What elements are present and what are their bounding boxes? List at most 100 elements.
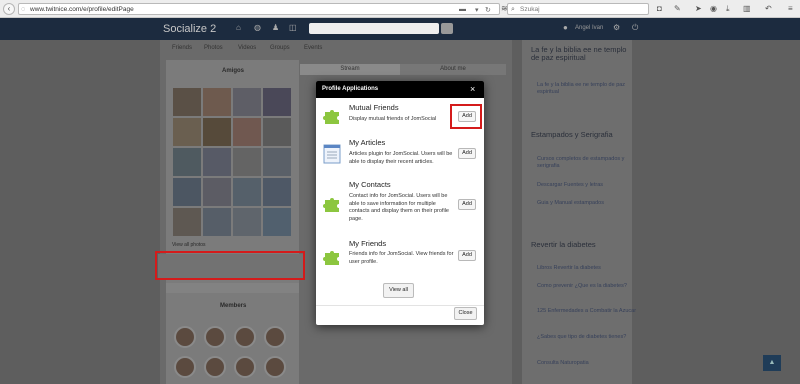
url-text: www.twitnice.com/e/profile/editPage (30, 6, 134, 13)
tab-stream[interactable]: Stream (300, 64, 400, 75)
reload-icon[interactable]: ↻ (485, 6, 491, 14)
member-avatar[interactable] (174, 326, 196, 348)
member-avatar[interactable] (234, 356, 256, 378)
tab-friends[interactable]: Friends (172, 45, 192, 51)
search-icon: ⌕ (511, 6, 515, 13)
add-my-contacts-button[interactable]: Add (458, 199, 476, 210)
member-avatar[interactable] (264, 326, 286, 348)
app-name: My Friends (349, 239, 387, 248)
library-icon[interactable]: ▥ (743, 4, 751, 14)
close-button[interactable]: Close (454, 307, 477, 320)
profile-nav: Friends Photos Videos Groups Events (166, 42, 506, 54)
photo-thumb[interactable] (263, 148, 291, 176)
app-description: Friends info for JomSocial. View friends… (349, 251, 454, 265)
photo-thumb[interactable] (173, 208, 201, 236)
sidebar-link[interactable]: ¿Sabes que tipo de diabetes tienes? (537, 334, 637, 341)
url-bar[interactable]: ◌ www.twitnice.com/e/profile/editPage ▬ … (18, 3, 500, 15)
photo-thumb[interactable] (233, 148, 261, 176)
puzzle-icon (323, 110, 339, 124)
sidebar-title-diabetes: Revertir la diabetes (531, 240, 596, 249)
tab-groups[interactable]: Groups (270, 45, 290, 51)
puzzle-icon (323, 198, 339, 212)
globe-nav-icon[interactable]: ◍ (254, 23, 261, 32)
tab-photos[interactable]: Photos (204, 45, 223, 51)
browser-search[interactable]: ⌕ Szukaj (507, 3, 649, 15)
sidebar-link[interactable]: 125 Enfermedades a Combatir la Azucar (537, 308, 637, 315)
photo-thumb[interactable] (233, 208, 261, 236)
browser-toolbar: ‹ ◌ www.twitnice.com/e/profile/editPage … (0, 0, 800, 18)
member-avatar[interactable] (204, 326, 226, 348)
photo-thumb[interactable] (233, 88, 261, 116)
sidebar-link[interactable]: Consulta Naturopatia (537, 360, 637, 367)
photo-thumb[interactable] (203, 88, 231, 116)
sidebar-link[interactable]: La fe y la biblia ee ne templo de paz es… (537, 82, 637, 96)
app-description: Articles plugin for JomSocial. Users wil… (349, 151, 453, 165)
members-title: Members (220, 303, 247, 309)
photo-thumb[interactable] (203, 148, 231, 176)
member-avatar[interactable] (234, 326, 256, 348)
pocket-icon[interactable]: ◘ (657, 4, 662, 14)
flag-icon: ▬ (459, 6, 466, 13)
site-logo[interactable]: Socialize 2 (163, 23, 216, 35)
album-pager[interactable] (166, 283, 299, 293)
add-my-articles-button[interactable]: Add (458, 148, 476, 159)
photo-thumb[interactable] (173, 118, 201, 146)
menu-icon[interactable]: ≡ (788, 4, 793, 14)
friends-title: Amigos (222, 68, 245, 74)
gear-icon[interactable]: ⚙ (613, 23, 620, 32)
member-avatar[interactable] (204, 356, 226, 378)
notification-icon[interactable]: ◫ (289, 23, 297, 32)
back-history-icon[interactable]: ↶ (765, 4, 772, 14)
dropdown-icon[interactable]: ▾ (475, 6, 479, 14)
sidebar-link[interactable]: Guia y Manual estampados (537, 200, 637, 207)
back-icon[interactable]: ‹ (3, 3, 15, 15)
home-icon[interactable]: ⌂ (236, 23, 241, 32)
chat-icon[interactable]: ◉ (710, 4, 717, 14)
photo-thumb[interactable] (263, 208, 291, 236)
sidebar-link[interactable]: Libros Revertir la diabetes (537, 265, 637, 272)
photo-thumb[interactable] (263, 118, 291, 146)
user-name[interactable]: Angel Ivan (575, 25, 603, 31)
sidebar-link[interactable]: Descargar Fuentes y letras (537, 182, 637, 189)
photo-thumb[interactable] (233, 118, 261, 146)
photo-thumb[interactable] (263, 88, 291, 116)
app-name: Mutual Friends (349, 103, 399, 112)
sidebar-link[interactable]: Como prevenir ¿Que es la diabetes? (537, 283, 637, 290)
highlight-box (155, 251, 305, 280)
member-avatar[interactable] (264, 356, 286, 378)
photo-thumb[interactable] (173, 148, 201, 176)
photo-thumb[interactable] (203, 178, 231, 206)
photo-thumb[interactable] (173, 88, 201, 116)
site-search-input[interactable] (309, 23, 439, 34)
app-description: Contact info for JomSocial. Users will b… (349, 193, 449, 222)
photo-thumb[interactable] (203, 118, 231, 146)
photo-thumb[interactable] (203, 208, 231, 236)
globe-icon: ◌ (21, 6, 26, 13)
photo-thumb[interactable] (173, 178, 201, 206)
back-to-top-button[interactable]: ▲ (763, 355, 781, 371)
pen-icon[interactable]: ✎ (674, 4, 681, 14)
photo-thumb[interactable] (233, 178, 261, 206)
tab-videos[interactable]: Videos (238, 45, 256, 51)
modal-divider (316, 305, 484, 306)
view-all-photos-link[interactable]: View all photos (172, 242, 206, 248)
profile-applications-modal: Profile Applications × Mutual Friends Di… (316, 81, 484, 325)
view-all-button[interactable]: View all (383, 283, 414, 298)
app-name: My Contacts (349, 180, 391, 189)
download-icon[interactable]: ⤓ (726, 4, 730, 14)
sidebar-title-estampados: Estampados y Serigrafia (531, 130, 613, 139)
search-placeholder: Szukaj (520, 6, 540, 13)
tab-events[interactable]: Events (304, 45, 322, 51)
add-my-friends-button[interactable]: Add (458, 250, 476, 261)
avatar[interactable]: ● (563, 23, 568, 32)
sidebar-link[interactable]: Cursos completos de estampados y serigra… (537, 156, 637, 170)
close-icon[interactable]: × (470, 84, 475, 94)
site-search-button[interactable] (441, 23, 453, 34)
tab-about-me[interactable]: About me (400, 64, 506, 75)
photo-thumb[interactable] (263, 178, 291, 206)
send-icon[interactable]: ➤ (695, 4, 702, 14)
app-description: Display mutual friends of JomSocial (349, 116, 437, 122)
member-avatar[interactable] (174, 356, 196, 378)
user-icon[interactable]: ♟ (272, 23, 279, 32)
power-icon[interactable]: ⏻ (632, 23, 638, 33)
